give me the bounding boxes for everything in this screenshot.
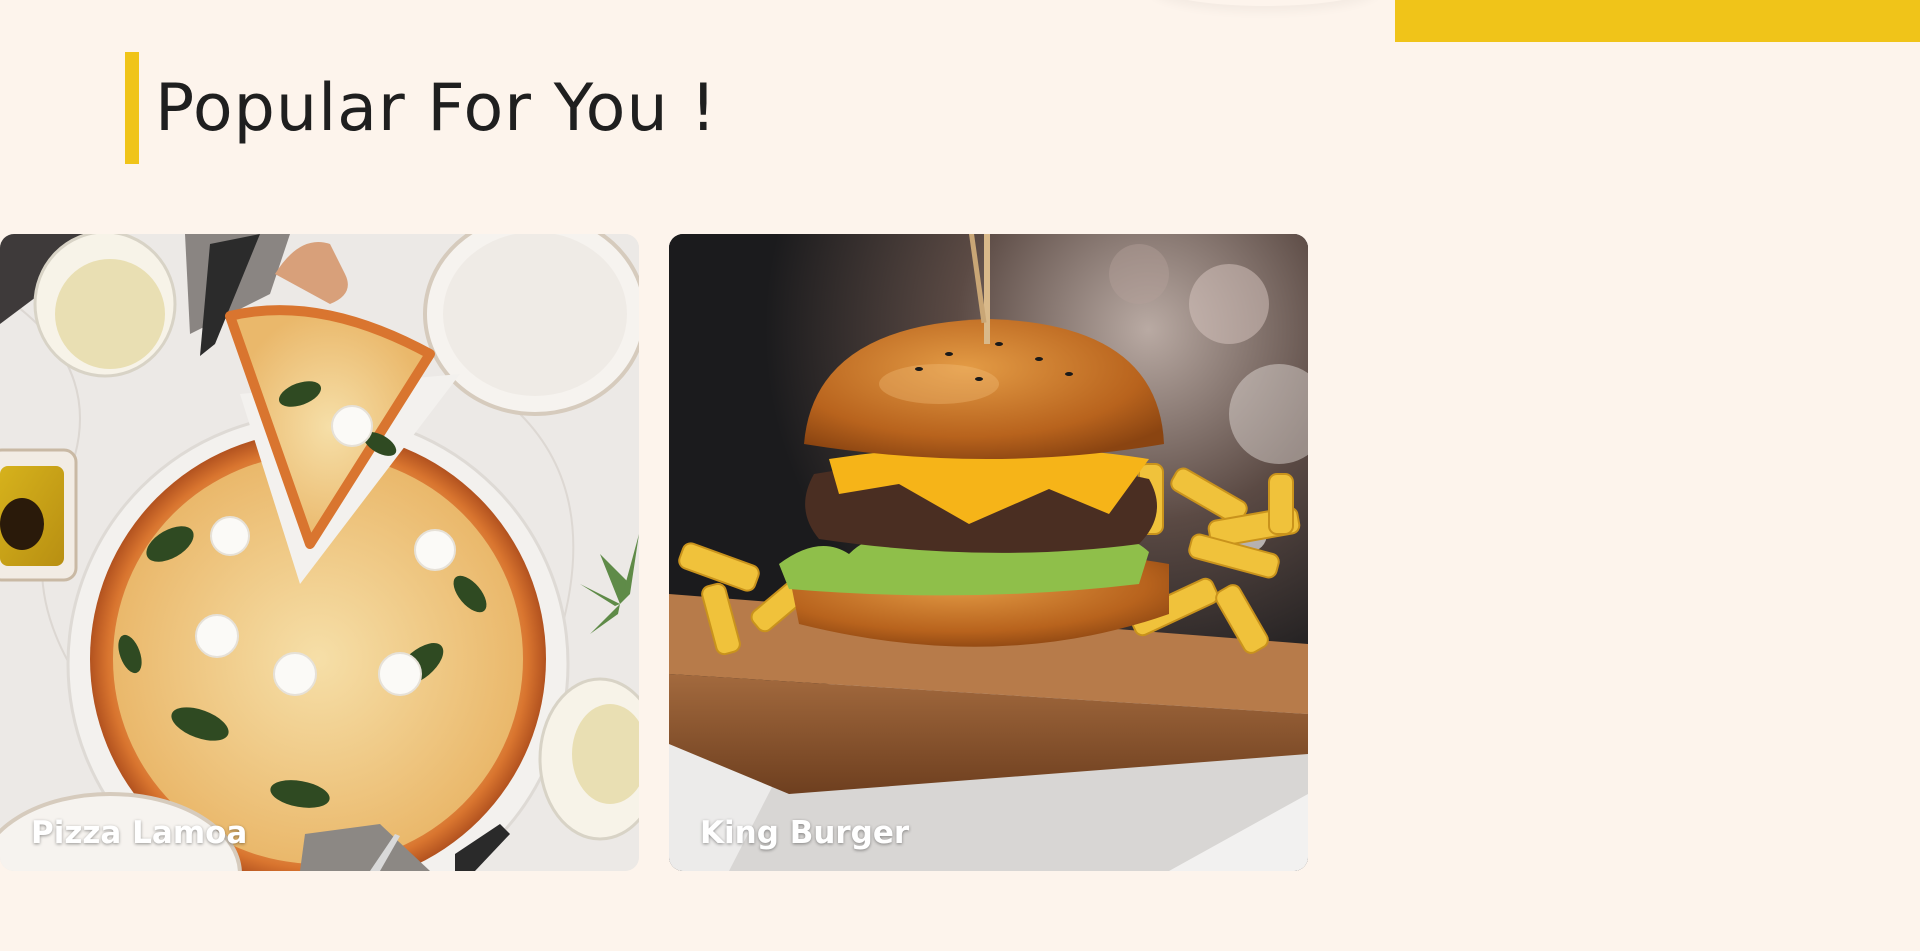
card-label-burger: King Burger bbox=[700, 815, 910, 851]
food-card-pizza[interactable]: Pizza Lamoa bbox=[0, 234, 639, 871]
decorative-arc bbox=[1150, 0, 1380, 6]
heading-accent-bar bbox=[125, 52, 139, 164]
pizza-image bbox=[0, 234, 639, 871]
section-heading: Popular For You ! bbox=[125, 52, 717, 164]
burger-image bbox=[669, 234, 1308, 871]
accent-bar bbox=[1395, 0, 1920, 42]
page: Popular For You ! Pizza Lamoa King Burge… bbox=[0, 0, 1920, 951]
card-label-pizza: Pizza Lamoa bbox=[31, 815, 248, 851]
food-card-burger[interactable]: King Burger bbox=[669, 234, 1308, 871]
section-title: Popular For You ! bbox=[155, 70, 718, 146]
